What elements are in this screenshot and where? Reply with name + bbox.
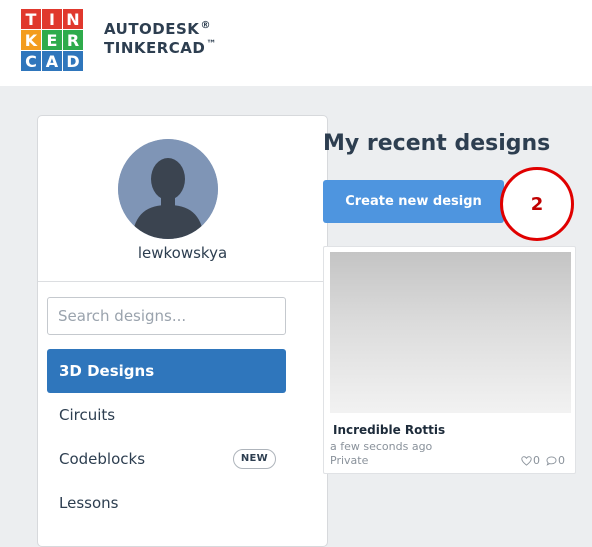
brand-line-2: TINKERCAD bbox=[104, 39, 206, 57]
design-thumbnail[interactable] bbox=[330, 252, 571, 413]
design-visibility: Private bbox=[330, 454, 369, 467]
logo-letter: R bbox=[63, 30, 83, 50]
username[interactable]: lewkowskya bbox=[38, 244, 327, 262]
logo-letter: A bbox=[42, 51, 62, 71]
heart-icon bbox=[521, 455, 532, 466]
tinkercad-logo[interactable]: T I N K E R C A D bbox=[21, 9, 83, 71]
logo-letter: C bbox=[21, 51, 41, 71]
sidebar: lewkowskya 3D Designs Circuits Codeblock… bbox=[37, 115, 328, 547]
logo-letter: T bbox=[21, 9, 41, 29]
sidebar-item-codeblocks[interactable]: Codeblocks NEW bbox=[47, 437, 286, 481]
logo-letter: N bbox=[63, 9, 83, 29]
sidebar-item-label: Lessons bbox=[59, 494, 119, 512]
logo-letter: D bbox=[63, 51, 83, 71]
new-badge: NEW bbox=[232, 449, 276, 469]
likes-stat: 0 bbox=[521, 454, 540, 467]
sidebar-item-lessons[interactable]: Lessons bbox=[47, 481, 286, 525]
logo-letter: I bbox=[42, 9, 62, 29]
sidebar-item-label: Circuits bbox=[59, 406, 116, 424]
step-annotation-circle: 2 bbox=[500, 167, 574, 241]
trademark-mark: ™ bbox=[206, 39, 217, 50]
design-card[interactable]: Incredible Rottis a few seconds ago Priv… bbox=[323, 246, 576, 474]
registered-mark: ® bbox=[200, 20, 211, 31]
sidebar-item-label: Codeblocks bbox=[59, 450, 146, 468]
search-designs-input[interactable] bbox=[47, 297, 286, 335]
comments-count: 0 bbox=[558, 454, 565, 467]
likes-count: 0 bbox=[533, 454, 540, 467]
divider bbox=[38, 281, 327, 282]
design-title[interactable]: Incredible Rottis bbox=[333, 423, 445, 437]
logo-letter: K bbox=[21, 30, 41, 50]
create-new-design-button[interactable]: Create new design bbox=[323, 180, 504, 223]
user-silhouette-icon bbox=[118, 139, 218, 239]
comment-icon bbox=[546, 455, 557, 466]
brand-line-1: AUTODESK bbox=[104, 20, 200, 38]
design-stats: 0 0 bbox=[521, 454, 565, 467]
design-timestamp: a few seconds ago bbox=[330, 440, 433, 453]
sidebar-item-circuits[interactable]: Circuits bbox=[47, 393, 286, 437]
brand-wordmark: AUTODESK® TINKERCAD™ bbox=[104, 20, 217, 58]
page-title: My recent designs bbox=[323, 131, 551, 156]
logo-letter: E bbox=[42, 30, 62, 50]
top-header: T I N K E R C A D AUTODESK® TINKERCAD™ bbox=[0, 0, 592, 86]
sidebar-item-3d-designs[interactable]: 3D Designs bbox=[47, 349, 286, 393]
comments-stat: 0 bbox=[546, 454, 565, 467]
sidebar-item-label: 3D Designs bbox=[59, 362, 155, 380]
avatar[interactable] bbox=[118, 139, 218, 239]
